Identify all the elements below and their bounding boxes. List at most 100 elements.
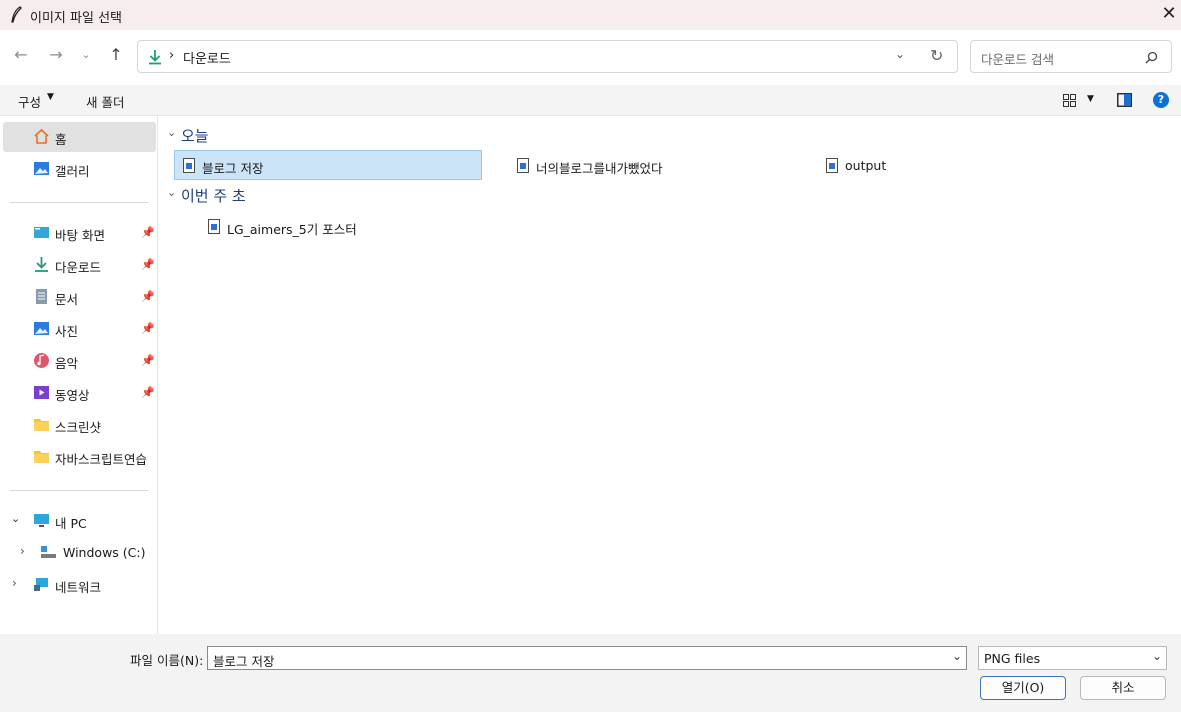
file-item-blog-save[interactable]: 블로그 저장 xyxy=(174,150,482,180)
refresh-icon[interactable]: ↻ xyxy=(930,46,943,65)
filetype-dropdown-chevron-icon[interactable]: ⌄ xyxy=(1152,649,1162,663)
sidebar-item-javascript-practice[interactable]: 자바스크립트연습 xyxy=(0,442,158,472)
sidebar-item-label: 사진 xyxy=(55,324,79,339)
folder-icon xyxy=(34,419,49,431)
organize-button[interactable]: 구성 ▼ xyxy=(10,91,60,111)
feather-icon xyxy=(11,6,22,23)
group-header-earlier-this-week[interactable]: 이번 주 초 xyxy=(181,185,246,206)
sidebar-divider xyxy=(10,202,148,203)
breadcrumb-location[interactable]: 다운로드 xyxy=(183,48,231,67)
pin-icon[interactable]: 📌 xyxy=(141,354,155,367)
file-name: output xyxy=(845,158,887,173)
new-folder-label: 새 폴더 xyxy=(86,95,125,110)
image-file-icon xyxy=(826,158,838,173)
help-icon[interactable]: ? xyxy=(1153,92,1169,108)
filename-label: 파일 이름(N): xyxy=(130,653,204,668)
window-title: 이미지 파일 선택 xyxy=(30,11,122,26)
gallery-icon xyxy=(34,162,49,175)
sidebar-item-label: 바탕 화면 xyxy=(55,228,105,243)
sidebar-item-label: 갤러리 xyxy=(55,164,90,179)
group-header-today[interactable]: 오늘 xyxy=(181,125,209,146)
file-item-output[interactable]: output xyxy=(818,151,938,181)
filetype-select[interactable]: PNG files ⌄ xyxy=(978,646,1167,670)
view-options-dropdown-icon[interactable]: ▼ xyxy=(1087,94,1094,104)
home-icon xyxy=(34,128,49,144)
recent-locations-chevron-icon[interactable]: ⌄ xyxy=(73,42,99,68)
sidebar-item-label: 내 PC xyxy=(55,516,87,531)
sidebar-item-music[interactable]: 음악 📌 xyxy=(0,346,158,376)
file-list: ⌄ 오늘 블로그 저장 너의블로그를내가뺐었다 output ⌄ 이번 주 초 … xyxy=(159,116,1181,634)
pin-icon[interactable]: 📌 xyxy=(141,322,155,335)
image-file-icon xyxy=(183,158,195,173)
up-arrow-icon[interactable]: ↑ xyxy=(103,42,129,68)
sidebar-item-this-pc[interactable]: ⌄ 내 PC xyxy=(0,506,158,536)
forward-arrow-icon[interactable]: → xyxy=(43,42,69,68)
new-folder-button[interactable]: 새 폴더 xyxy=(80,91,134,111)
file-item-your-blog[interactable]: 너의블로그를내가뺐었다 xyxy=(509,151,729,181)
sidebar-item-network[interactable]: › 네트워크 xyxy=(0,570,158,600)
sidebar-item-label: 다운로드 xyxy=(55,260,102,275)
pin-icon[interactable]: 📌 xyxy=(141,226,155,239)
group-collapse-chevron-icon[interactable]: ⌄ xyxy=(167,126,176,139)
file-name: 블로그 저장 xyxy=(202,161,264,176)
filename-input[interactable]: 블로그 저장 ⌄ xyxy=(207,646,967,670)
sidebar-item-pictures[interactable]: 사진 📌 xyxy=(0,314,158,344)
search-icon[interactable] xyxy=(1145,51,1158,64)
sidebar-item-downloads[interactable]: 다운로드 📌 xyxy=(0,250,158,280)
pin-icon[interactable]: 📌 xyxy=(141,258,155,271)
music-icon xyxy=(34,353,49,368)
sidebar-item-videos[interactable]: 동영상 📌 xyxy=(0,378,158,408)
sidebar-item-label: 네트워크 xyxy=(55,580,102,595)
filetype-value: PNG files xyxy=(984,651,1041,666)
sidebar-item-home[interactable]: 홈 xyxy=(3,122,156,152)
group-collapse-chevron-icon[interactable]: ⌄ xyxy=(167,186,176,199)
sidebar-item-screenshots[interactable]: 스크린샷 xyxy=(0,410,158,440)
sidebar-item-gallery[interactable]: 갤러리 xyxy=(0,154,158,184)
expand-chevron-right-icon[interactable]: › xyxy=(20,544,25,558)
computer-icon xyxy=(34,514,49,527)
filename-dropdown-chevron-icon[interactable]: ⌄ xyxy=(952,649,962,663)
view-grid-icon[interactable] xyxy=(1063,94,1076,107)
document-icon xyxy=(36,289,47,304)
sidebar-item-label: Windows (C:) xyxy=(63,545,146,560)
network-icon xyxy=(34,578,48,591)
sidebar-item-label: 자바스크립트연습 xyxy=(55,452,148,467)
file-item-lg-aimers-poster[interactable]: LG_aimers_5기 포스터 xyxy=(200,212,400,242)
sidebar-item-desktop[interactable]: 바탕 화면 📌 xyxy=(0,218,158,248)
sidebar-item-documents[interactable]: 문서 📌 xyxy=(0,282,158,312)
title-bar: 이미지 파일 선택 ✕ xyxy=(0,0,1181,30)
preview-pane-icon[interactable] xyxy=(1117,93,1132,107)
navigation-pane: 홈 갤러리 바탕 화면 📌 다운로드 📌 문서 📌 사진 📌 음악 📌 동영상 … xyxy=(0,116,158,634)
sidebar-item-windows-drive[interactable]: › Windows (C:) xyxy=(0,538,158,568)
drive-icon xyxy=(41,546,56,558)
organize-label: 구성 xyxy=(18,95,42,110)
image-file-icon xyxy=(517,158,529,173)
pin-icon[interactable]: 📌 xyxy=(141,386,155,399)
file-name: LG_aimers_5기 포스터 xyxy=(227,222,357,237)
sidebar-item-label: 동영상 xyxy=(55,388,90,403)
address-dropdown-chevron-icon[interactable]: ⌄ xyxy=(895,47,905,61)
download-icon xyxy=(35,257,48,272)
dialog-footer: 파일 이름(N): 블로그 저장 ⌄ PNG files ⌄ 열기(O) 취소 xyxy=(0,634,1181,712)
folder-icon xyxy=(34,451,49,463)
sidebar-item-label: 음악 xyxy=(55,356,79,371)
open-button[interactable]: 열기(O) xyxy=(980,676,1066,700)
address-bar[interactable]: › 다운로드 ⌄ ↻ xyxy=(137,40,958,73)
sidebar-item-label: 스크린샷 xyxy=(55,420,102,435)
videos-icon xyxy=(34,386,49,399)
sidebar-divider xyxy=(10,490,148,491)
download-icon xyxy=(149,50,161,65)
organize-dropdown-icon: ▼ xyxy=(47,92,54,102)
expand-chevron-down-icon[interactable]: ⌄ xyxy=(11,512,20,525)
cancel-button[interactable]: 취소 xyxy=(1080,676,1166,700)
sidebar-item-label: 문서 xyxy=(55,292,79,307)
command-bar: 구성 ▼ 새 폴더 ▼ ? xyxy=(0,85,1181,116)
file-name: 너의블로그를내가뺐었다 xyxy=(536,161,663,176)
close-icon[interactable]: ✕ xyxy=(1158,4,1180,26)
breadcrumb-separator: › xyxy=(169,48,175,63)
search-placeholder: 다운로드 검색 xyxy=(981,52,1054,67)
search-input[interactable]: 다운로드 검색 xyxy=(970,40,1172,73)
back-arrow-icon[interactable]: ← xyxy=(8,42,34,68)
expand-chevron-right-icon[interactable]: › xyxy=(12,576,17,590)
pin-icon[interactable]: 📌 xyxy=(141,290,155,303)
